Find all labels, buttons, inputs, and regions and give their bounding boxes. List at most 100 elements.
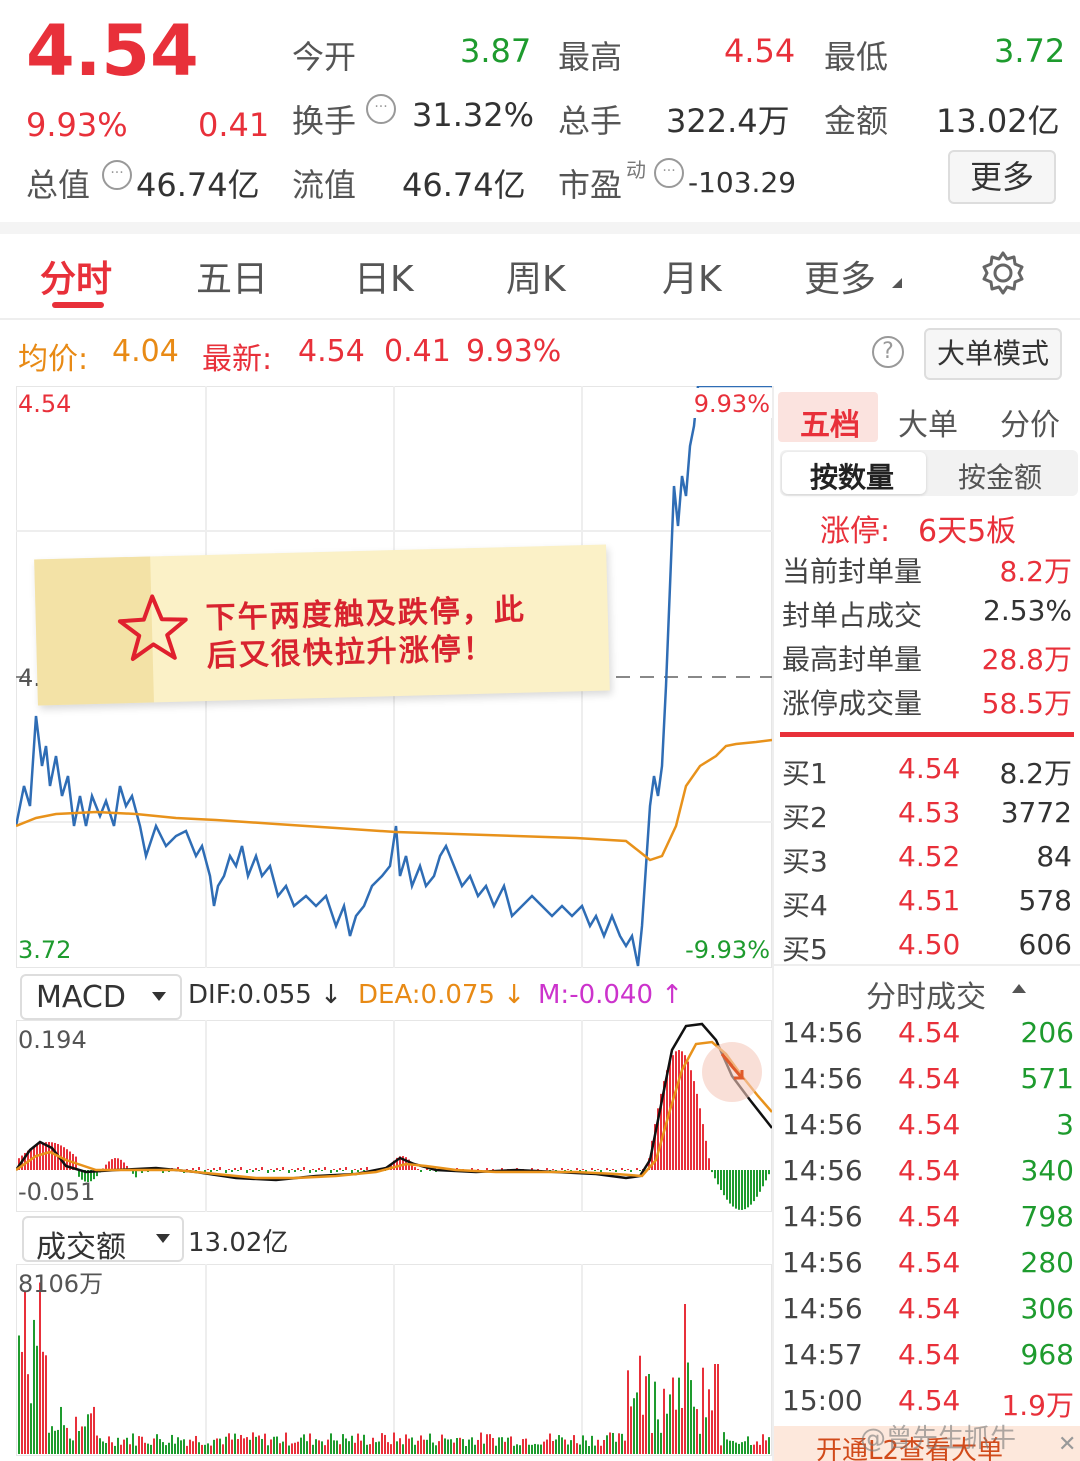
macd-bar: [687, 1061, 689, 1170]
volume-bar: [216, 1438, 218, 1454]
volume-header: 成交额 13.02亿: [16, 1212, 772, 1265]
bid-1-label: 买1: [782, 757, 828, 790]
volume-bar: [183, 1439, 185, 1454]
help-icon[interactable]: ?: [872, 336, 904, 368]
volume-bar: [84, 1426, 86, 1454]
volume-chart[interactable]: 8106万: [16, 1264, 772, 1456]
macd-bar: [210, 1170, 212, 1172]
volume-bar: [357, 1433, 359, 1454]
volume-bar: [90, 1413, 92, 1454]
price-low-label: 3.72: [18, 936, 71, 964]
volume-bar: [372, 1437, 374, 1454]
amount-label: 金额: [824, 102, 889, 140]
big-order-mode-button[interactable]: 大单模式: [924, 328, 1062, 380]
volume-bar: [120, 1444, 122, 1454]
macd-top-label: 0.194: [18, 1026, 87, 1054]
tab-big-orders[interactable]: 大单: [898, 400, 958, 444]
macd-bar: [114, 1158, 116, 1170]
macd-bar: [621, 1168, 623, 1170]
macd-bar: [36, 1144, 38, 1170]
tab-daily-k[interactable]: 日K: [354, 250, 414, 302]
volume-bar: [603, 1439, 605, 1454]
trade-row: 14:56 4.54 3: [774, 1106, 1080, 1152]
tab-five-day[interactable]: 五日: [196, 250, 268, 302]
volume-bar: [678, 1377, 680, 1454]
macd-bar: [759, 1170, 761, 1192]
sub-tab-by-volume[interactable]: 按数量: [782, 452, 926, 494]
macd-bottom-label: -0.051: [18, 1178, 95, 1206]
tab-price-dist[interactable]: 分价: [1000, 400, 1060, 444]
info-icon[interactable]: ···: [102, 160, 132, 190]
limit-up-label: 涨停:: [820, 514, 891, 549]
gear-icon[interactable]: [980, 250, 1026, 296]
note-line-2: 后又很快拉升涨停！: [206, 631, 496, 675]
volume-bar: [729, 1440, 731, 1454]
volume-bar: [750, 1445, 752, 1454]
volume-bar: [765, 1440, 767, 1454]
volume-bar: [237, 1439, 239, 1454]
tab-intraday[interactable]: 分时: [40, 250, 112, 302]
info-icon[interactable]: ···: [654, 158, 684, 188]
macd-bar: [273, 1170, 275, 1172]
macd-bar: [417, 1169, 419, 1170]
macd-bar: [678, 1050, 680, 1170]
trade-row: 14:56 4.54 280: [774, 1244, 1080, 1290]
volume-bar: [753, 1444, 755, 1454]
tab-five-levels[interactable]: 五档: [778, 392, 878, 443]
volume-bar: [105, 1442, 107, 1454]
sub-tab-by-amount[interactable]: 按金额: [958, 456, 1042, 496]
trade-row: 14:56 4.54 206: [774, 1014, 1080, 1060]
volume-selector[interactable]: 成交额: [22, 1216, 184, 1265]
macd-bar: [729, 1170, 731, 1204]
volume-bar: [126, 1437, 128, 1454]
close-icon[interactable]: ✕: [1058, 1432, 1076, 1457]
info-icon[interactable]: ···: [366, 94, 396, 124]
volume-bar: [168, 1442, 170, 1454]
volume-bar: [300, 1437, 302, 1454]
tab-monthly-k[interactable]: 月K: [662, 250, 722, 302]
volume-bar: [327, 1439, 329, 1454]
macd-bar: [321, 1170, 323, 1171]
volume-bar: [759, 1444, 761, 1454]
volume-bar: [633, 1398, 635, 1454]
macd-bar: [297, 1168, 299, 1170]
volume-bar: [705, 1417, 707, 1454]
trade-volume: 340: [1020, 1154, 1074, 1187]
more-stats-button[interactable]: 更多: [948, 150, 1056, 204]
volume-bar: [696, 1409, 698, 1454]
macd-bar: [213, 1168, 215, 1170]
macd-bar: [420, 1170, 422, 1172]
seal-ratio-value: 2.53%: [983, 594, 1072, 627]
trade-time: 14:56: [782, 1246, 863, 1279]
volume-bar: [465, 1445, 467, 1454]
volume-bar: [669, 1394, 671, 1454]
macd-bar: [270, 1169, 272, 1170]
volume-bar: [249, 1439, 251, 1454]
bid-5-label: 买5: [782, 933, 828, 966]
volume-bar: [624, 1440, 626, 1454]
volume-bar: [102, 1441, 104, 1454]
star-icon: [117, 594, 188, 661]
macd-bar: [333, 1169, 335, 1170]
volume-bar: [141, 1436, 143, 1454]
volume-bar: [159, 1439, 161, 1454]
trade-time: 14:56: [782, 1062, 863, 1095]
tab-more[interactable]: 更多: [804, 250, 876, 302]
volume-bar: [756, 1441, 758, 1454]
volume-bar: [576, 1443, 578, 1454]
volume-bar: [420, 1435, 422, 1454]
macd-bar: [261, 1167, 263, 1170]
trade-price: 4.54: [898, 1108, 961, 1141]
volume-bar: [252, 1432, 254, 1454]
volume-bar: [81, 1426, 83, 1454]
volume-bar: [573, 1435, 575, 1454]
bid-4-volume: 578: [1018, 884, 1072, 917]
tab-weekly-k[interactable]: 周K: [506, 250, 566, 302]
macd-bar: [705, 1140, 707, 1170]
macd-chart[interactable]: 0.194 -0.051: [16, 1020, 772, 1212]
volume-bar: [387, 1442, 389, 1454]
volume-bar: [651, 1432, 653, 1454]
trades-header[interactable]: 分时成交: [866, 972, 986, 1016]
volume-bar: [138, 1436, 140, 1454]
macd-selector[interactable]: MACD: [20, 974, 182, 1020]
